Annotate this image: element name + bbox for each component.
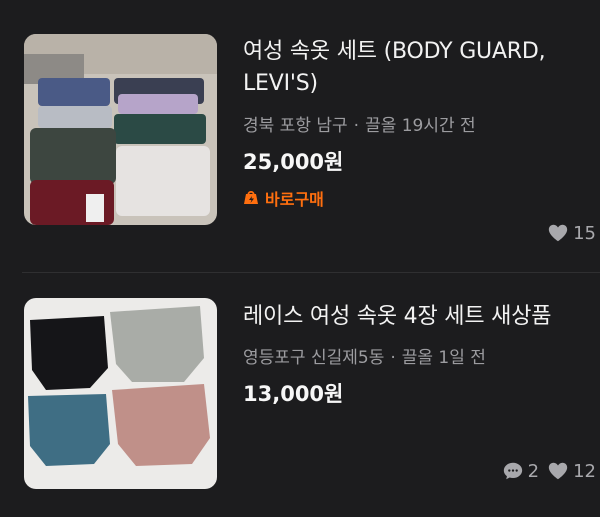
like-count: 15 (547, 222, 596, 244)
listing-time: 끌올 19시간 전 (365, 116, 476, 136)
like-count: 12 (547, 460, 596, 482)
like-count-value: 12 (573, 460, 596, 482)
listing-stats: 2 12 (494, 460, 596, 482)
listing-item[interactable]: 여성 속옷 세트 (BODY GUARD, LEVI'S) 경북 포항 남구 · 끌… (0, 0, 600, 272)
listing-divider (22, 272, 600, 273)
like-count-value: 15 (573, 222, 596, 244)
listing-stats: 15 (539, 222, 596, 244)
heart-icon (548, 462, 568, 480)
listing-location: 경북 포항 남구 (243, 116, 348, 136)
meta-separator: · (353, 116, 360, 136)
listing-title[interactable]: 여성 속옷 세트 (BODY GUARD, LEVI'S) (243, 36, 595, 100)
listing-item[interactable]: 레이스 여성 속옷 4장 세트 새상품 영등포구 신길제5동 · 끌올 1일 전 1… (0, 274, 600, 517)
product-thumbnail[interactable] (24, 34, 217, 225)
product-photo-icon (24, 34, 217, 225)
listing-time: 끌올 1일 전 (401, 348, 486, 368)
comment-count-value: 2 (527, 460, 540, 482)
direct-purchase-badge: 바로구매 (243, 186, 324, 210)
chat-bubble-icon (503, 462, 522, 480)
listing-price: 25,000원 (243, 150, 344, 174)
direct-purchase-icon (244, 191, 258, 204)
listing-price: 13,000원 (243, 382, 344, 406)
heart-icon (548, 224, 568, 242)
listing-meta: 영등포구 신길제5동 · 끌올 1일 전 (243, 343, 486, 368)
listing-title[interactable]: 레이스 여성 속옷 4장 세트 새상품 (243, 301, 595, 333)
comment-count: 2 (502, 460, 539, 482)
listing-meta: 경북 포항 남구 · 끌올 19시간 전 (243, 111, 476, 136)
meta-separator: · (390, 348, 396, 368)
badge-label: 바로구매 (265, 190, 324, 209)
product-photo-icon (24, 298, 217, 489)
product-thumbnail[interactable] (24, 298, 217, 489)
listing-location: 영등포구 신길제5동 (243, 348, 385, 368)
